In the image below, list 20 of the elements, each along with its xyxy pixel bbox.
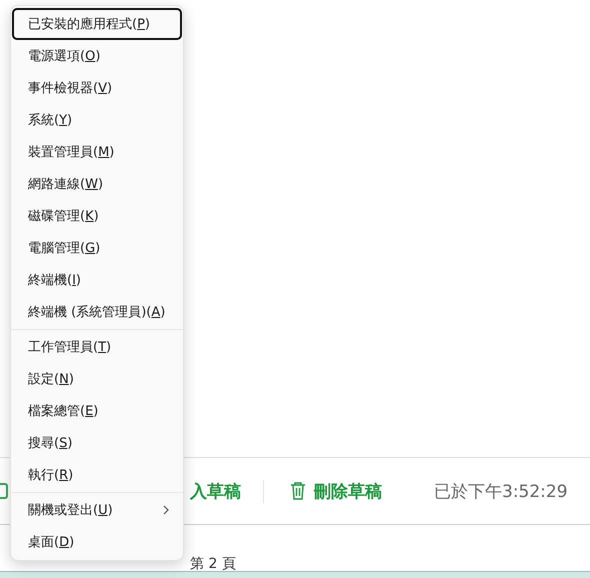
chevron-right-icon <box>162 505 170 515</box>
menu-item[interactable]: 事件檢視器(V) <box>12 72 182 104</box>
menu-item[interactable]: 裝置管理員(M) <box>12 136 182 168</box>
menu-item[interactable]: 終端機 (系統管理員)(A) <box>12 296 182 328</box>
menu-item[interactable]: 已安裝的應用程式(P) <box>12 8 182 40</box>
menu-item[interactable]: 桌面(D) <box>12 526 182 558</box>
menu-item[interactable]: 網路連線(W) <box>12 168 182 200</box>
save-status: 已於下午3:52:29 <box>434 480 568 502</box>
menu-item[interactable]: 電腦管理(G) <box>12 232 182 264</box>
trash-icon <box>290 481 306 501</box>
menu-item[interactable]: 磁碟管理(K) <box>12 200 182 232</box>
menu-item[interactable]: 工作管理員(T) <box>12 331 182 363</box>
menu-item[interactable]: 終端機(I) <box>12 264 182 296</box>
page-number: 第 2 頁 <box>190 555 237 573</box>
menu-item[interactable]: 搜尋(S) <box>12 427 182 459</box>
toolbar-button[interactable]: 刪除草稿 <box>278 480 394 502</box>
menu-item[interactable]: 設定(N) <box>12 363 182 395</box>
menu-item[interactable]: 系統(Y) <box>12 104 182 136</box>
menu-item[interactable]: 檔案總管(E) <box>12 395 182 427</box>
menu-item[interactable]: 電源選項(O) <box>12 40 182 72</box>
